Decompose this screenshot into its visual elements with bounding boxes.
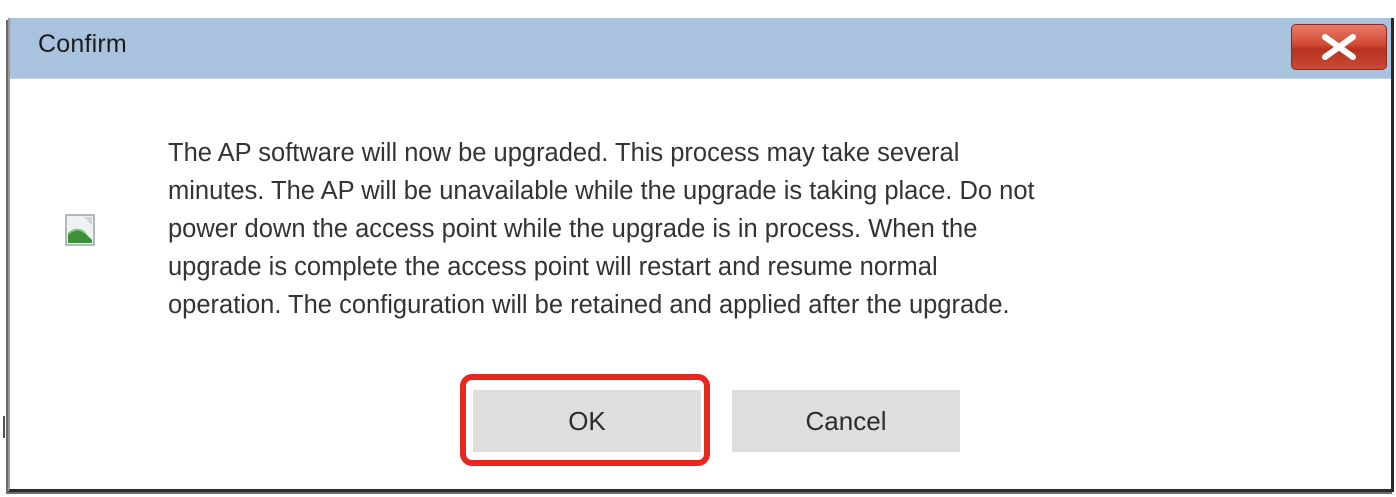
message-line: power down the access point while the up… [168,215,978,243]
dialog-titlebar[interactable]: Confirm [10,18,1391,79]
confirm-dialog: Confirm The AP software will now be upgr… [8,18,1394,492]
close-button[interactable] [1291,24,1387,70]
message-line: upgrade is complete the access point wil… [168,253,938,281]
dialog-message: The AP software will now be upgraded. Th… [168,134,1368,324]
left-edge [0,0,8,497]
dialog-title: Confirm [38,30,127,58]
edge-mark [3,416,5,438]
close-x-icon [1319,34,1359,60]
message-line: operation. The configuration will be ret… [168,291,1010,319]
cancel-button[interactable]: Cancel [732,390,960,452]
message-line: The AP software will now be upgraded. Th… [168,139,960,167]
broken-image-icon [65,214,95,246]
message-line: minutes. The AP will be unavailable whil… [168,177,1035,205]
ok-button[interactable]: OK [473,390,701,452]
